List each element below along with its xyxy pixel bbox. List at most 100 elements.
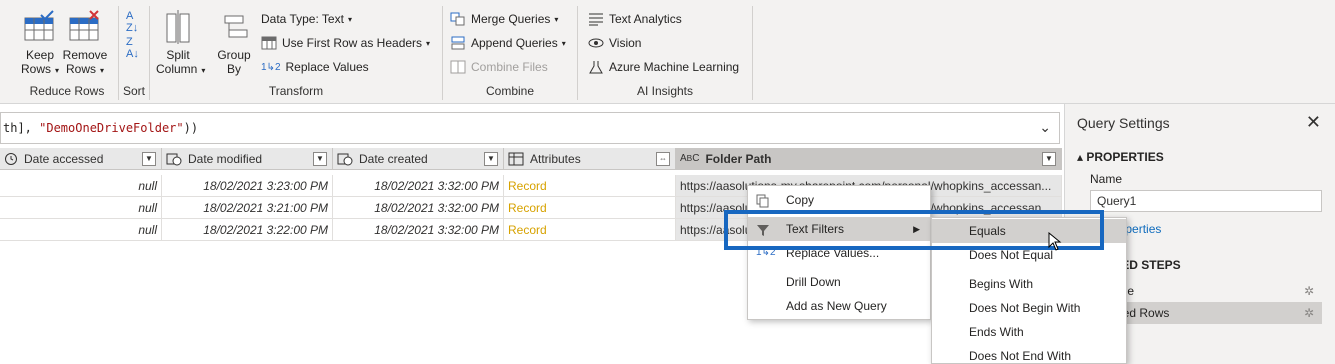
submenu-item-does-not-end-with[interactable]: Does Not End With — [932, 344, 1126, 364]
combine-files-icon — [450, 60, 466, 74]
vision-label: Vision — [609, 36, 642, 50]
merge-queries-icon — [450, 12, 465, 26]
vision-button[interactable]: Vision — [588, 36, 641, 50]
filter-dropdown-icon[interactable]: ▼ — [142, 152, 156, 166]
combine-group-label: Combine — [485, 84, 535, 98]
formula-string: "DemoOneDriveFolder" — [39, 121, 184, 135]
transform-group-label: Transform — [268, 84, 324, 98]
split-column-button[interactable]: Split Column ▾ — [156, 10, 205, 78]
replace-values-label: Replace Values — [285, 60, 369, 74]
submenu-item-ends-with[interactable]: Ends With — [932, 320, 1126, 344]
data-type-button[interactable]: Data Type: Text ▾ — [261, 12, 352, 26]
properties-heading-label: PROPERTIES — [1086, 150, 1164, 164]
remove-rows-button[interactable]: Remove Rows ▾ — [62, 10, 108, 78]
menu-item-add-as-new-query[interactable]: Add as New Query — [748, 294, 930, 318]
sort-group-label: Sort — [122, 84, 145, 98]
combine-group: Merge Queries ▾ Append Queries ▾ Combine F… — [443, 0, 577, 104]
chevron-down-icon[interactable]: ⌄ — [1039, 119, 1051, 136]
combine-files-button[interactable]: Combine Files — [450, 60, 548, 74]
text-analytics-icon — [589, 13, 603, 26]
query-name-input[interactable]: Query1 — [1090, 190, 1322, 212]
properties-heading: ▴ PROPERTIES — [1077, 150, 1164, 164]
group-by-button[interactable]: Group By — [214, 10, 254, 76]
column-header-folder-path[interactable]: ABC Folder Path ▼ — [676, 148, 1062, 170]
merge-queries-button[interactable]: Merge Queries ▾ — [450, 12, 558, 26]
formula-bar[interactable]: th], "DemoOneDriveFolder")) ⌄ — [0, 112, 1060, 144]
text-analytics-label: Text Analytics — [609, 12, 682, 26]
remove-rows-icon — [69, 10, 99, 41]
menu-item-label: Copy — [786, 193, 815, 207]
sort-group: A Z↓ Z A↓ Sort — [119, 0, 149, 104]
azure-ml-button[interactable]: Azure Machine Learning — [588, 60, 739, 74]
group-by-label: Group By — [217, 48, 251, 76]
gear-icon[interactable]: ✲ — [1304, 280, 1314, 302]
column-header-date-modified[interactable]: Date modified ▼ — [162, 148, 333, 170]
ribbon: Keep Rows ▾ Remove Rows ▾ Reduce Rows A Z↓ … — [0, 0, 1335, 104]
combine-files-label: Combine Files — [471, 60, 548, 74]
datetime-type-icon — [166, 152, 182, 166]
filter-dropdown-icon[interactable]: ▼ — [484, 152, 498, 166]
cell-date-created[interactable]: 18/02/2021 3:32:00 PM — [333, 219, 504, 241]
sort-descending-icon[interactable]: Z A↓ — [126, 36, 139, 60]
text-analytics-button[interactable]: Text Analytics — [588, 12, 682, 26]
ai-insights-group: Text Analytics Vision Azure Machine Lear… — [578, 0, 752, 104]
keep-rows-button[interactable]: Keep Rows ▾ — [20, 10, 60, 78]
highlight-box — [724, 210, 1104, 250]
mouse-cursor-icon — [1048, 232, 1062, 251]
cell-date-created[interactable]: 18/02/2021 3:32:00 PM — [333, 175, 504, 197]
gear-icon[interactable]: ✲ — [1304, 302, 1314, 324]
replace-values-button[interactable]: 1↳2 Replace Values — [261, 60, 369, 74]
cell-attributes[interactable]: Record — [504, 197, 676, 219]
ai-insights-group-label: AI Insights — [636, 84, 694, 98]
filter-dropdown-icon[interactable]: ▼ — [313, 152, 327, 166]
submenu-item-does-not-begin-with[interactable]: Does Not Begin With — [932, 296, 1126, 320]
cell-date-modified[interactable]: 18/02/2021 3:21:00 PM — [162, 197, 333, 219]
azure-ml-label: Azure Machine Learning — [609, 60, 740, 74]
split-column-icon — [166, 10, 190, 44]
reduce-rows-group: Keep Rows ▾ Remove Rows ▾ Reduce Rows — [0, 0, 118, 104]
table-header-icon — [261, 36, 277, 50]
cell-date-modified[interactable]: 18/02/2021 3:22:00 PM — [162, 219, 333, 241]
cell-date-accessed[interactable]: null — [0, 175, 162, 197]
cell-date-created[interactable]: 18/02/2021 3:32:00 PM — [333, 197, 504, 219]
cell-date-accessed[interactable]: null — [0, 197, 162, 219]
header-label: Date accessed — [24, 151, 104, 166]
append-queries-icon — [451, 36, 465, 50]
datetime-type-icon — [4, 152, 18, 166]
ribbon-separator — [752, 6, 753, 100]
column-header-attributes[interactable]: Attributes ⇔ — [504, 148, 676, 170]
menu-item-copy[interactable]: Copy — [748, 188, 930, 212]
submenu-item-begins-with[interactable]: Begins With — [932, 272, 1126, 296]
name-label: Name — [1090, 172, 1123, 186]
close-icon[interactable]: ✕ — [1306, 112, 1321, 133]
group-by-icon — [224, 15, 248, 38]
append-queries-button[interactable]: Append Queries ▾ — [450, 36, 566, 50]
datetime-type-icon — [337, 152, 353, 166]
replace-values-icon: 1↳2 — [261, 61, 281, 73]
column-header-date-accessed[interactable]: Date accessed ▼ — [0, 148, 162, 170]
reduce-rows-group-label: Reduce Rows — [29, 84, 105, 98]
text-type-icon: ABC — [680, 153, 700, 164]
formula-suffix: )) — [183, 121, 199, 135]
transform-group: Split Column ▾ Group By Data Type: Text ▾ … — [150, 0, 442, 104]
column-header-date-created[interactable]: Date created ▼ — [333, 148, 504, 170]
formula-prefix: th], — [3, 121, 40, 135]
filter-active-icon[interactable]: ▼ — [1042, 152, 1056, 166]
cell-date-accessed[interactable]: null — [0, 219, 162, 241]
header-label: Date created — [359, 151, 428, 166]
use-first-row-button[interactable]: Use First Row as Headers ▾ — [261, 36, 430, 50]
keep-rows-label: Keep Rows — [20, 48, 55, 76]
eye-icon — [588, 38, 604, 48]
menu-item-label: Add as New Query — [786, 299, 887, 313]
data-type-label: Data Type: Text — [261, 12, 344, 26]
menu-item-drill-down[interactable]: Drill Down — [748, 270, 930, 294]
cell-attributes[interactable]: Record — [504, 219, 676, 241]
sort-ascending-icon[interactable]: A Z↓ — [126, 10, 138, 34]
menu-item-label: Drill Down — [786, 275, 841, 289]
header-label: Folder Path — [705, 151, 772, 166]
formula-text: th], "DemoOneDriveFolder")) — [3, 121, 198, 135]
expand-column-icon[interactable]: ⇔ — [656, 152, 670, 166]
cell-attributes[interactable]: Record — [504, 175, 676, 197]
cell-date-modified[interactable]: 18/02/2021 3:23:00 PM — [162, 175, 333, 197]
use-first-row-label: Use First Row as Headers — [282, 36, 423, 50]
